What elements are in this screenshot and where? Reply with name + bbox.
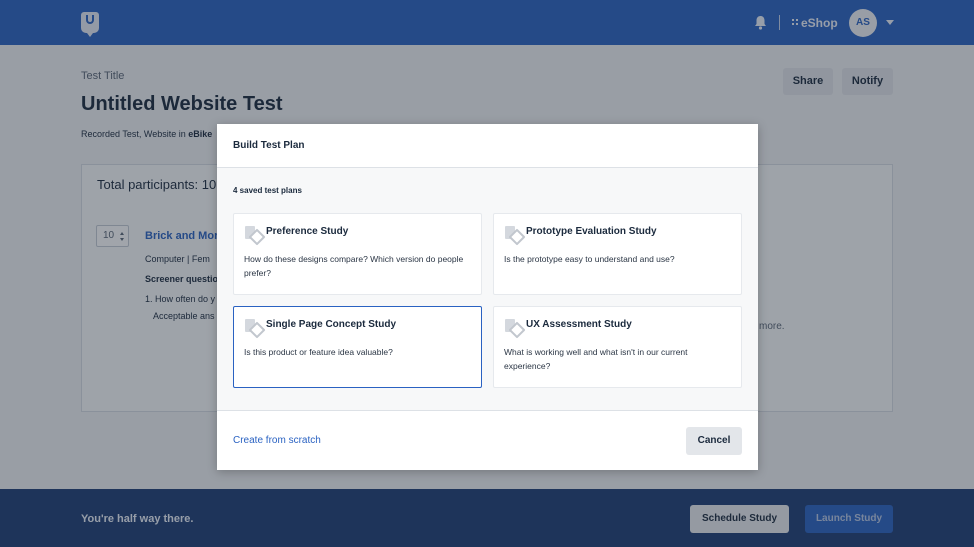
document-edit-icon [505,319,515,332]
plan-description: What is working well and what isn't in o… [504,347,688,371]
saved-plans-count: 4 saved test plans [233,186,302,195]
document-edit-icon [505,226,515,239]
plan-card-ux-assessment-study[interactable]: UX Assessment Study What is working well… [493,306,742,388]
create-from-scratch-link[interactable]: Create from scratch [233,435,321,446]
plan-description: Is the prototype easy to understand and … [504,254,675,264]
document-edit-icon [245,319,255,332]
plan-card-prototype-evaluation-study[interactable]: Prototype Evaluation Study Is the protot… [493,213,742,295]
build-test-plan-modal: Build Test Plan 4 saved test plans Prefe… [217,124,758,470]
document-edit-icon [245,226,255,239]
plan-title: Prototype Evaluation Study [526,226,657,237]
plan-description: How do these designs compare? Which vers… [244,254,464,278]
plan-title: Preference Study [266,226,349,237]
cancel-button[interactable]: Cancel [686,427,742,455]
plan-card-preference-study[interactable]: Preference Study How do these designs co… [233,213,482,295]
plan-card-single-page-concept-study[interactable]: Single Page Concept Study Is this produc… [233,306,482,388]
plan-title: UX Assessment Study [526,319,632,330]
modal-header: Build Test Plan [217,124,758,168]
modal-title: Build Test Plan [233,140,305,151]
plan-description: Is this product or feature idea valuable… [244,347,393,357]
plan-title: Single Page Concept Study [266,319,397,330]
modal-footer: Create from scratch Cancel [217,410,758,470]
